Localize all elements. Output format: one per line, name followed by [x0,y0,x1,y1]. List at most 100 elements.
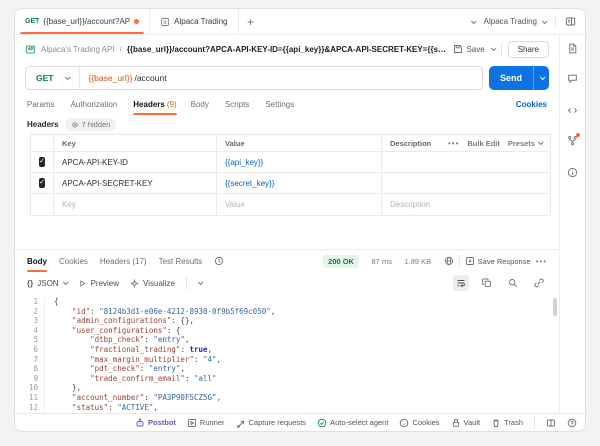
divider [458,254,460,268]
cookie-icon [399,418,409,428]
tab-params[interactable]: Params [27,93,57,115]
tab-body[interactable]: Body [191,93,211,115]
environment-selector[interactable]: Alpaca Trading [483,17,548,26]
tab-authorization[interactable]: Authorization [71,93,120,115]
vault-button[interactable]: Vault [451,418,480,428]
eye-icon [71,121,79,129]
request-title: {{base_url}}/account?APCA-API-KEY-ID={{a… [126,44,449,54]
collection-name[interactable]: Alpaca's Trading API [41,45,115,54]
bulk-edit-button[interactable]: Bulk Edit [467,139,500,148]
send-split-button: Send [488,66,549,90]
collection-tab-title: Alpaca Trading [174,17,228,26]
divider [500,42,502,56]
response-tab-body[interactable]: Body [27,250,47,272]
headers-title: Headers [27,120,59,129]
save-options-chevron-icon[interactable] [490,45,497,52]
capture-requests-button[interactable]: Capture requests [236,418,306,428]
status-bar: Postbot Runner Capture requests Auto-sel… [15,413,585,431]
request-tabs: Params Authorization Headers (9) Body Scr… [15,93,559,115]
play-icon [78,279,87,288]
wrap-text-icon[interactable] [453,275,469,291]
visualize-button[interactable]: Visualize [130,278,175,288]
response-more-icon[interactable]: ••• [536,257,547,266]
code-icon[interactable] [567,105,578,116]
vault-lock-icon [451,418,461,428]
environment-name: Alpaca Trading [483,17,537,26]
cookies-button[interactable]: Cookies [399,418,440,428]
auto-select-agent-button[interactable]: Auto-select agent [317,418,388,428]
table-row: ✓ APCA-API-KEY-ID {{api_key}} [31,152,550,173]
row-checkbox-checked[interactable]: ✓ [39,178,45,188]
history-clock-icon[interactable] [214,256,224,266]
value-placeholder[interactable]: Value [217,194,382,215]
header-key-cell[interactable]: APCA-API-SECRET-KEY [54,173,217,193]
send-button[interactable]: Send [489,66,533,90]
tab-strip: GET {{base_url}}/account?AP Alpaca Tradi… [15,9,585,35]
share-button[interactable]: Share [507,40,549,58]
tab-headers[interactable]: Headers (9) [133,93,177,115]
link-icon[interactable] [531,275,547,291]
globe-icon[interactable] [444,256,454,266]
presets-dropdown[interactable]: Presets [508,139,544,148]
preview-button[interactable]: Preview [78,279,119,288]
check-circle-icon [317,418,327,428]
table-more-icon[interactable]: ••• [448,139,459,148]
request-tab-active[interactable]: GET {{base_url}}/account?AP [15,9,151,34]
divider [534,416,535,429]
visualize-icon [130,278,140,288]
status-badge: 200 OK [323,254,360,268]
response-tab-cookies[interactable]: Cookies [59,250,88,272]
toolbar-chevron-icon[interactable] [197,279,204,286]
table-row: ✓ APCA-API-SECRET-KEY {{secret_key}} [31,173,550,194]
pane-resize-area[interactable] [15,216,559,249]
trash-button[interactable]: Trash [491,418,523,428]
save-response-icon [465,256,475,266]
key-placeholder[interactable]: Key [54,194,217,215]
description-placeholder[interactable]: Description [382,194,550,215]
runner-icon [187,418,197,428]
response-tab-test-results[interactable]: Test Results [159,250,203,272]
header-value-cell[interactable]: {{api_key}} [217,152,382,172]
response-body-editor: 1{ 2 "id": "8124b3d1-e06e-4212-8930-0f9b… [15,294,559,413]
chevron-down-icon [537,139,544,146]
help-icon[interactable] [567,418,577,428]
url-input[interactable]: {{base_url}}/account [80,73,174,83]
collection-tab[interactable]: Alpaca Trading [150,9,239,34]
save-button[interactable]: Save [453,44,485,54]
documentation-icon[interactable] [567,43,578,54]
response-tab-headers[interactable]: Headers (17) [100,250,147,272]
collection-icon [160,17,170,27]
headers-table: Key Value Description ••• Bulk Edit Pres… [30,134,551,216]
response-toolbar: {} JSON Preview Visualize [15,272,559,294]
header-value-cell[interactable]: {{secret_key}} [217,173,382,193]
chevron-down-icon [539,74,546,81]
save-response-button[interactable]: Save Response [465,256,531,266]
header-desc-cell[interactable] [382,152,550,172]
method-selector[interactable]: GET [26,67,81,89]
row-checkbox-checked[interactable]: ✓ [39,157,45,167]
copy-icon[interactable] [479,275,495,291]
add-tab-button[interactable]: + [239,9,263,34]
info-icon[interactable] [567,167,578,178]
tab-scripts[interactable]: Scripts [225,93,251,115]
request-url-row: GET {{base_url}}/account Send [15,63,559,93]
format-dropdown[interactable]: {} JSON [27,279,69,288]
header-desc-cell[interactable] [382,173,550,193]
send-options-button[interactable] [533,66,549,90]
panel-layout-icon[interactable] [546,418,556,428]
headers-table-header: Key Value Description ••• Bulk Edit Pres… [31,135,550,152]
cookies-link[interactable]: Cookies [516,100,547,109]
runner-button[interactable]: Runner [187,418,225,428]
environment-quicklook-icon[interactable] [565,16,576,27]
fork-icon[interactable] [567,133,580,146]
tabs-overflow-chevron-icon[interactable] [470,17,477,24]
header-key-cell[interactable]: APCA-API-KEY-ID [54,152,217,172]
search-icon[interactable] [505,275,521,291]
comment-icon[interactable] [567,73,578,84]
postbot-button[interactable]: Postbot [135,418,176,428]
scrollbar-thumb[interactable] [553,298,557,316]
hidden-headers-toggle[interactable]: 7 hidden [64,118,117,131]
column-description: Description [390,138,432,148]
tab-settings[interactable]: Settings [265,93,296,115]
chevron-down-icon [541,17,548,24]
